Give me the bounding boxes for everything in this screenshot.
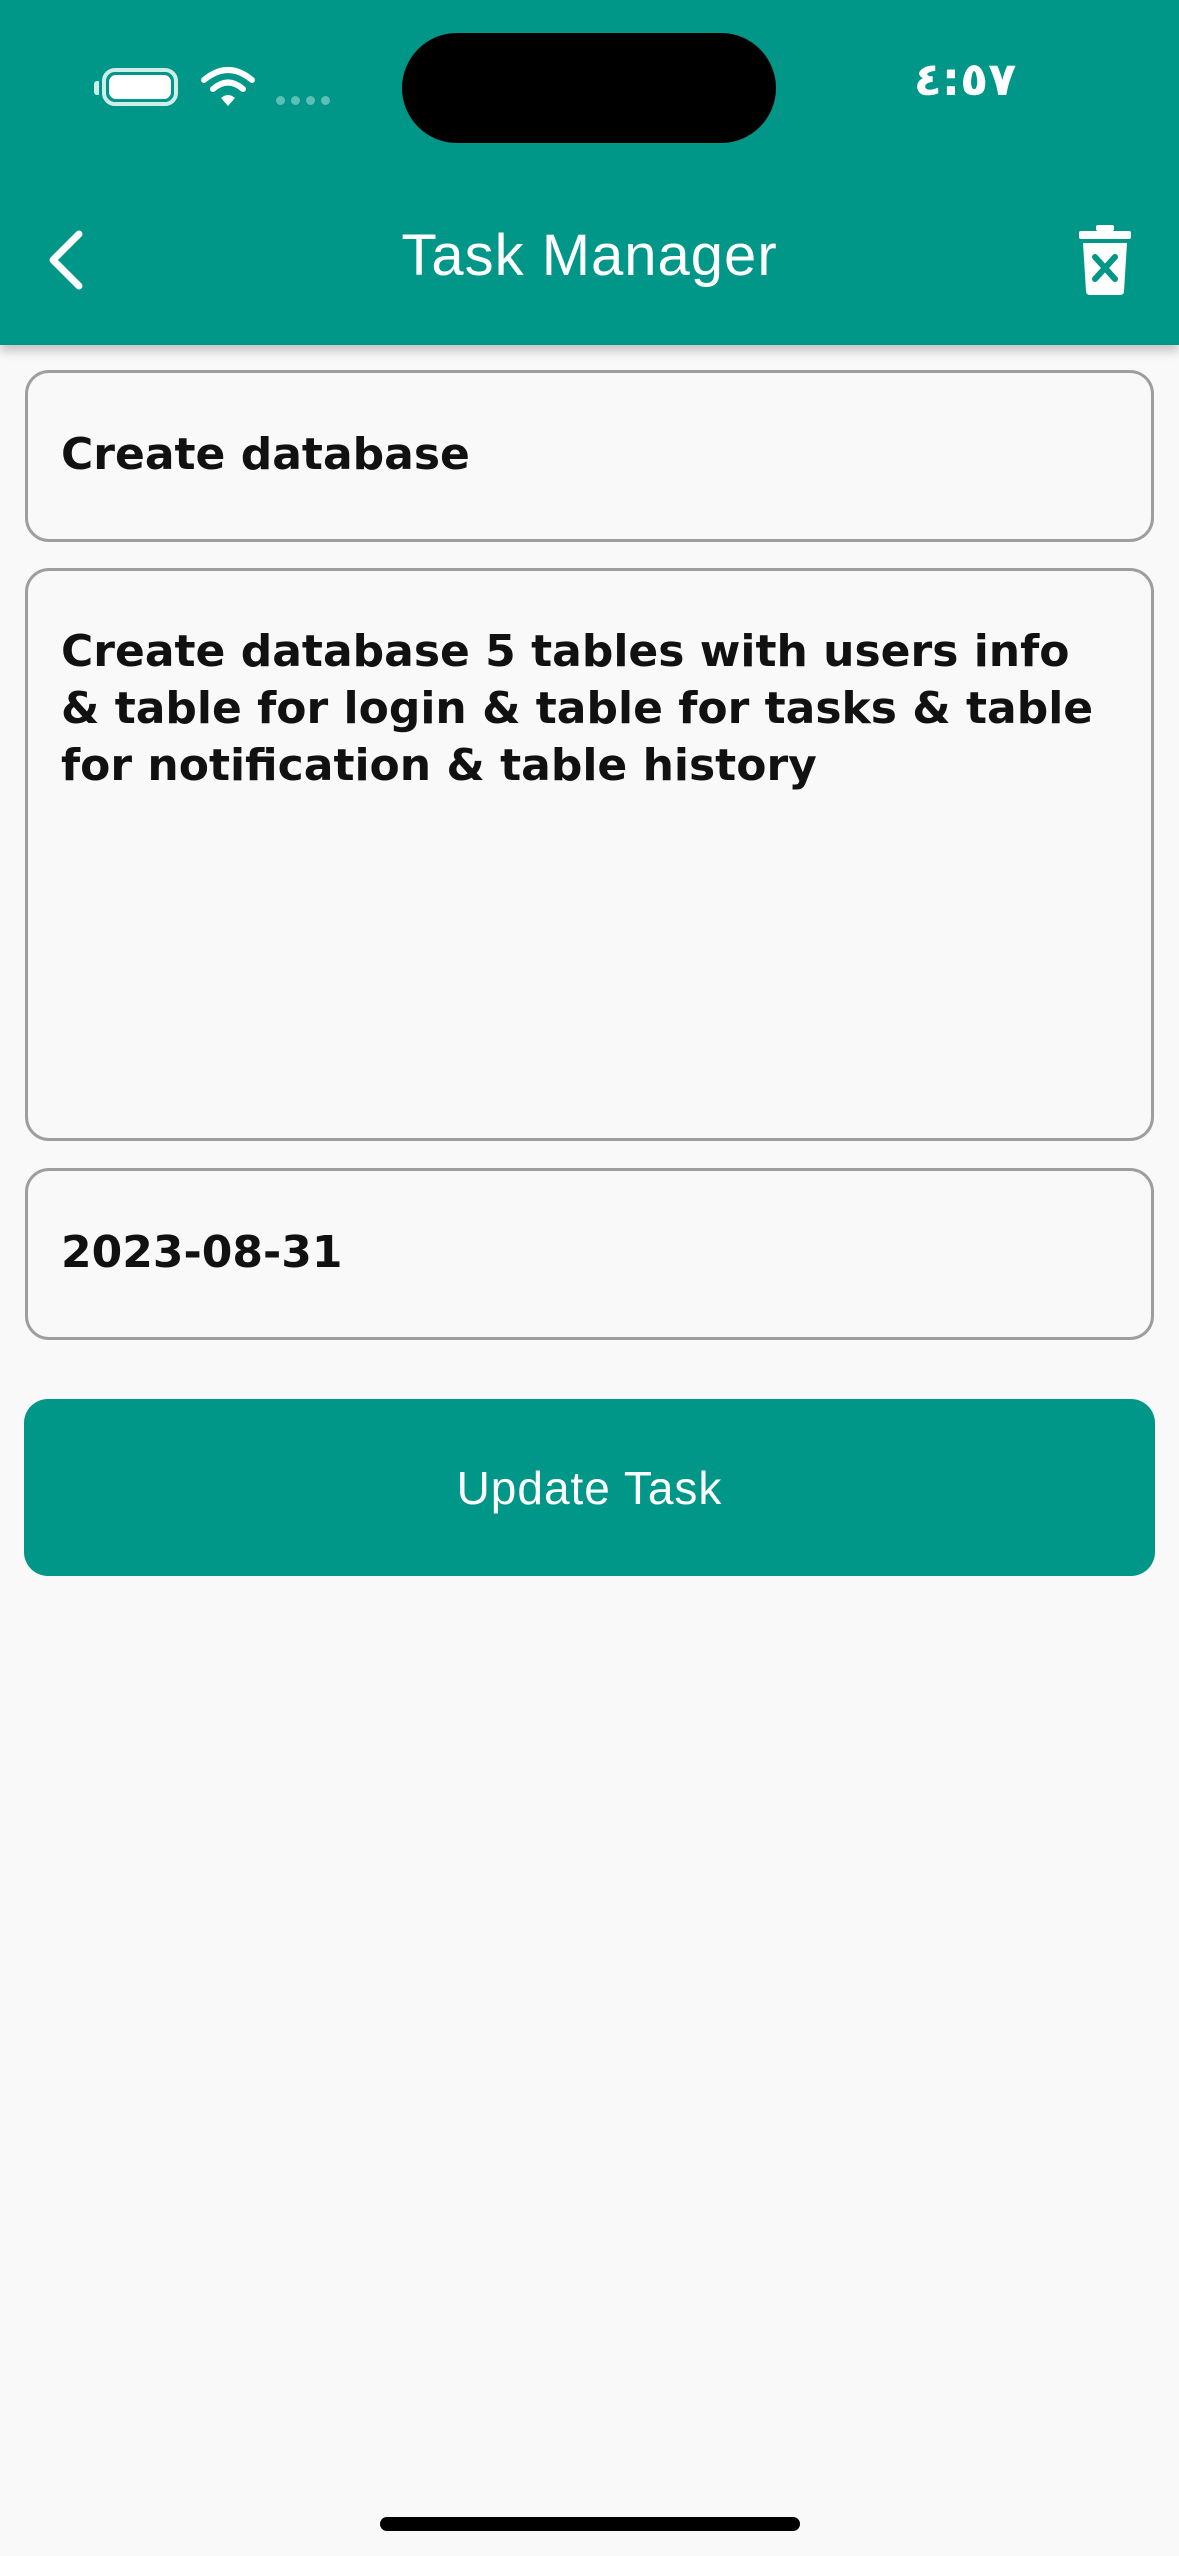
page-title: Task Manager (401, 223, 778, 288)
task-description-textarea[interactable]: Create database 5 tables with users info… (25, 568, 1154, 1141)
task-date-value: 2023-08-31 (61, 1227, 343, 1278)
task-description-value: Create database 5 tables with users info… (61, 626, 1094, 791)
dynamic-island (402, 33, 776, 143)
task-title-input[interactable]: Create database (25, 370, 1154, 542)
trash-x-icon (1079, 225, 1131, 295)
wifi-icon (201, 67, 255, 106)
home-indicator[interactable] (380, 2517, 800, 2531)
app-bar: ٤:٥٧ Task Manager (0, 0, 1179, 345)
cellular-signal-icon (276, 96, 330, 105)
delete-task-button[interactable] (1070, 220, 1140, 300)
battery-icon (94, 68, 178, 106)
update-task-button[interactable]: Update Task (24, 1399, 1155, 1576)
status-time: ٤:٥٧ (913, 52, 1017, 106)
task-title-value: Create database (61, 429, 470, 480)
task-date-input[interactable]: 2023-08-31 (25, 1168, 1154, 1340)
